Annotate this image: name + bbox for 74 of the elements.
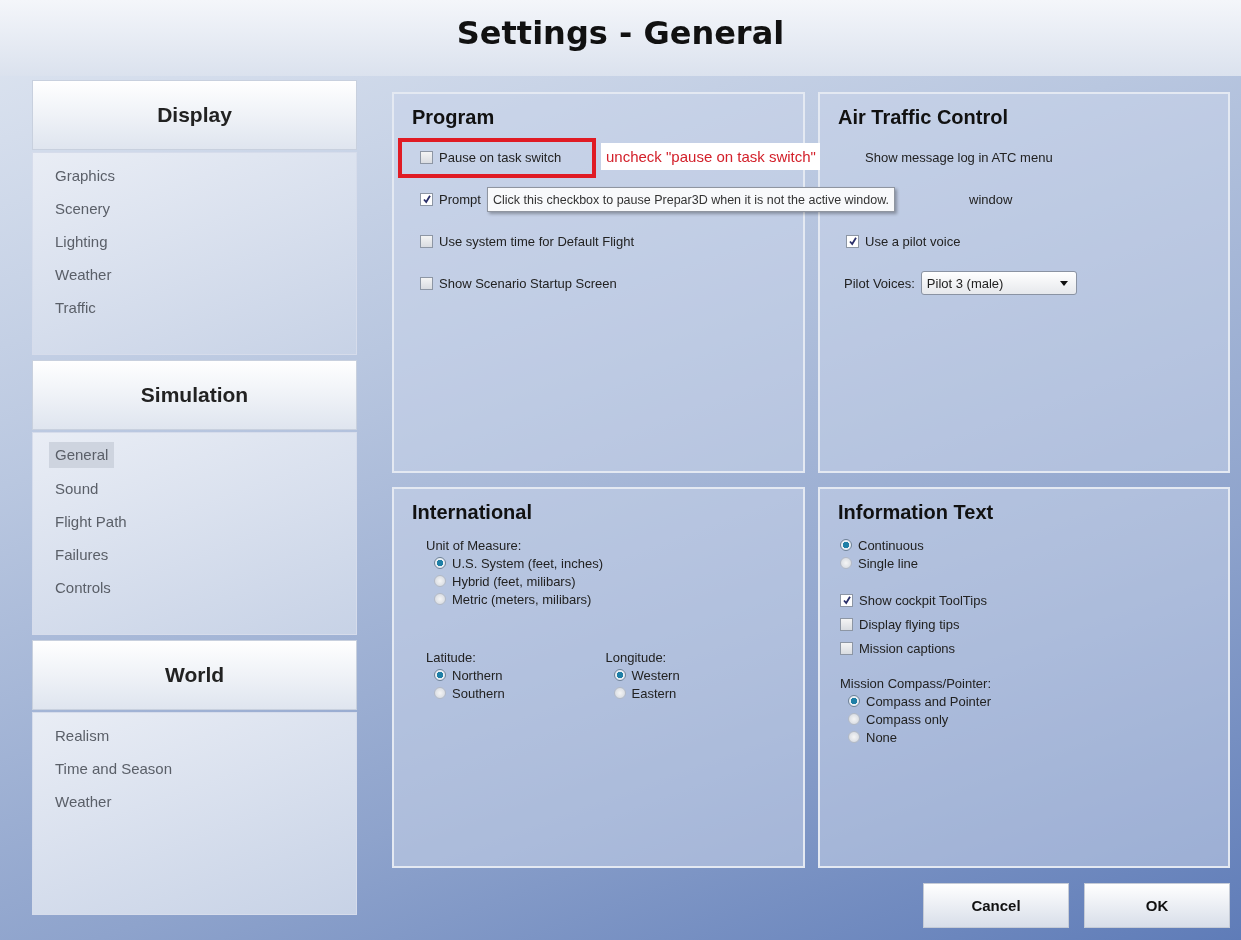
radio-label: Continuous [858,537,924,553]
option-label: Show message log in ATC menu [865,149,1053,165]
radio-button[interactable] [848,695,860,707]
radio-button[interactable] [613,687,626,699]
radio-label: Western [631,667,680,683]
sidebar-item[interactable]: Flight Path [49,505,133,538]
checkbox-label: Mission captions [859,640,956,656]
window-title: Settings - General [456,14,785,52]
radio-button[interactable] [848,731,860,743]
pilot-voice-dropdown[interactable]: Pilot 3 (male) [920,271,1077,295]
radio-label: Eastern [631,685,677,701]
checkbox-label: Prompt [439,191,481,207]
category-header[interactable]: World [32,640,357,710]
checkbox[interactable] [840,641,853,655]
radio-button[interactable] [848,713,860,725]
checkbox[interactable] [420,192,433,206]
radio-button[interactable] [840,539,852,551]
checkbox-label: Display flying tips [859,616,960,632]
dropdown-label: Pilot Voices: [844,275,915,291]
sidebar-item[interactable]: Sound [49,472,105,505]
radio-label: Compass and Pointer [866,693,991,709]
radio-label: Metric (meters, milibars) [452,591,592,607]
radio-button[interactable] [840,557,852,569]
group-label: Latitude: [426,648,477,666]
dialog-button[interactable]: Cancel [923,883,1069,928]
group-label: Mission Compass/Pointer: [840,674,992,692]
radio-label: None [866,729,898,745]
radio-label: Northern [452,667,503,683]
sidebar-item[interactable]: Lighting [49,225,114,258]
dialog-button[interactable]: OK [1084,883,1230,928]
checkbox[interactable] [840,593,853,607]
checkbox-label: Show Scenario Startup Screen [439,275,617,291]
checkbox-label: Use system time for Default Flight [439,233,635,249]
radio-label: Hybrid (feet, milibars) [452,573,576,589]
sidebar-item[interactable]: General [49,442,115,468]
sidebar-item[interactable]: Weather [49,785,118,818]
tooltip: Click this checkbox to pause Prepar3D when it is not the active window. [487,187,896,212]
sidebar-item[interactable]: Realism [49,719,116,752]
checkbox-label: Pause on task switch [439,149,562,165]
checkbox-label: Show cockpit ToolTips [859,592,987,608]
category-header[interactable]: Display [32,80,357,150]
sidebar-item[interactable]: Scenery [49,192,117,225]
option-label: window [969,191,1013,207]
group-label: Unit of Measure: [426,536,523,554]
checkbox-label: Use a pilot voice [865,233,961,249]
annotation-text: uncheck "pause on task switch" [601,143,820,170]
caret-icon [1059,280,1068,286]
radio-button[interactable] [434,575,446,587]
sidebar-item[interactable]: Controls [49,571,117,604]
group-label: Longitude: [605,648,668,666]
sidebar-item[interactable]: Failures [49,538,115,571]
checkbox[interactable] [846,234,859,248]
sidebar-item[interactable]: Time and Season [49,752,178,785]
radio-label: Single line [858,555,918,571]
checkbox[interactable] [420,276,433,290]
radio-label: U.S. System (feet, inches) [452,555,603,571]
radio-label: Compass only [866,711,949,727]
radio-button[interactable] [434,557,446,569]
checkbox[interactable] [420,150,433,164]
radio-label: Southern [452,685,505,701]
radio-button[interactable] [434,593,446,605]
panel-title: International [412,501,533,524]
panel-title: Program [412,106,496,129]
panel-title: Information Text [838,501,995,524]
sidebar-item[interactable]: Graphics [49,159,122,192]
sidebar-item[interactable]: Weather [49,258,118,291]
radio-button[interactable] [434,687,446,699]
panel-title: Air Traffic Control [838,106,1009,129]
checkbox[interactable] [840,617,853,631]
checkbox[interactable] [420,234,433,248]
category-header[interactable]: Simulation [32,360,357,430]
radio-button[interactable] [434,669,446,681]
radio-button[interactable] [613,669,626,681]
sidebar-item[interactable]: Traffic [49,291,102,324]
